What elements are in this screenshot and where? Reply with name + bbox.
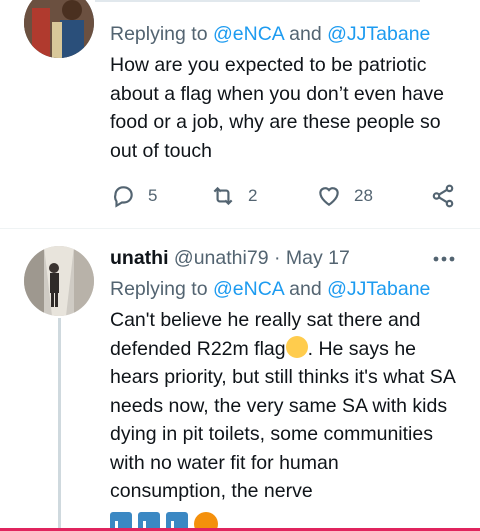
tweet-actions: 5 2 28: [110, 183, 460, 213]
tweet-2-content: unathi @unathi79 · May 17 Replying to @e…: [110, 245, 460, 531]
reply-count: 5: [148, 186, 158, 205]
like-button[interactable]: 28: [316, 183, 373, 209]
replying-label: Replying to: [110, 23, 213, 45]
share-icon: [432, 184, 454, 208]
tweet-text-part2: . He says he hears priority, but still t…: [110, 337, 455, 503]
tweet-1-content: Replying to @eNCA and @JJTabane How are …: [110, 21, 460, 165]
astonished-face-icon: [285, 335, 308, 358]
retweet-button[interactable]: 2: [210, 183, 257, 209]
and-label: and: [283, 278, 328, 300]
tweet-1[interactable]: Replying to @eNCA and @JJTabane How are …: [0, 0, 480, 228]
separator: ·: [268, 247, 286, 269]
mention-jjtabane[interactable]: @JJTabane: [327, 278, 430, 300]
tweet-header: unathi @unathi79 · May 17: [110, 245, 460, 271]
avatar-photo: [24, 0, 94, 58]
like-count: 28: [354, 186, 373, 205]
mention-enca[interactable]: @eNCA: [213, 278, 284, 300]
heart-icon: [319, 187, 339, 206]
replying-to: Replying to @eNCA and @JJTabane: [110, 276, 460, 302]
mention-enca[interactable]: @eNCA: [213, 23, 284, 45]
user-handle[interactable]: @unathi79: [174, 247, 269, 269]
tweet-2[interactable]: unathi @unathi79 · May 17 Replying to @e…: [0, 229, 480, 531]
reply-button[interactable]: 5: [110, 183, 157, 209]
more-options-button[interactable]: [432, 251, 456, 269]
avatar[interactable]: [24, 0, 94, 58]
replying-label: Replying to: [110, 278, 213, 300]
share-button[interactable]: [430, 183, 456, 209]
retweet-count: 2: [248, 186, 258, 205]
tweet-date[interactable]: May 17: [286, 247, 350, 269]
replying-to: Replying to @eNCA and @JJTabane: [110, 21, 460, 47]
display-name[interactable]: unathi: [110, 247, 169, 269]
avatar[interactable]: [24, 246, 94, 316]
mention-jjtabane[interactable]: @JJTabane: [327, 23, 430, 45]
avatar-photo: [24, 246, 94, 316]
reply-icon: [114, 186, 133, 208]
tweet-text: How are you expected to be patriotic abo…: [110, 54, 444, 162]
and-label: and: [283, 23, 328, 45]
more-icon: [433, 256, 455, 262]
tweet-text: Can't believe he really sat there and de…: [110, 306, 460, 506]
retweet-icon: [213, 186, 233, 206]
